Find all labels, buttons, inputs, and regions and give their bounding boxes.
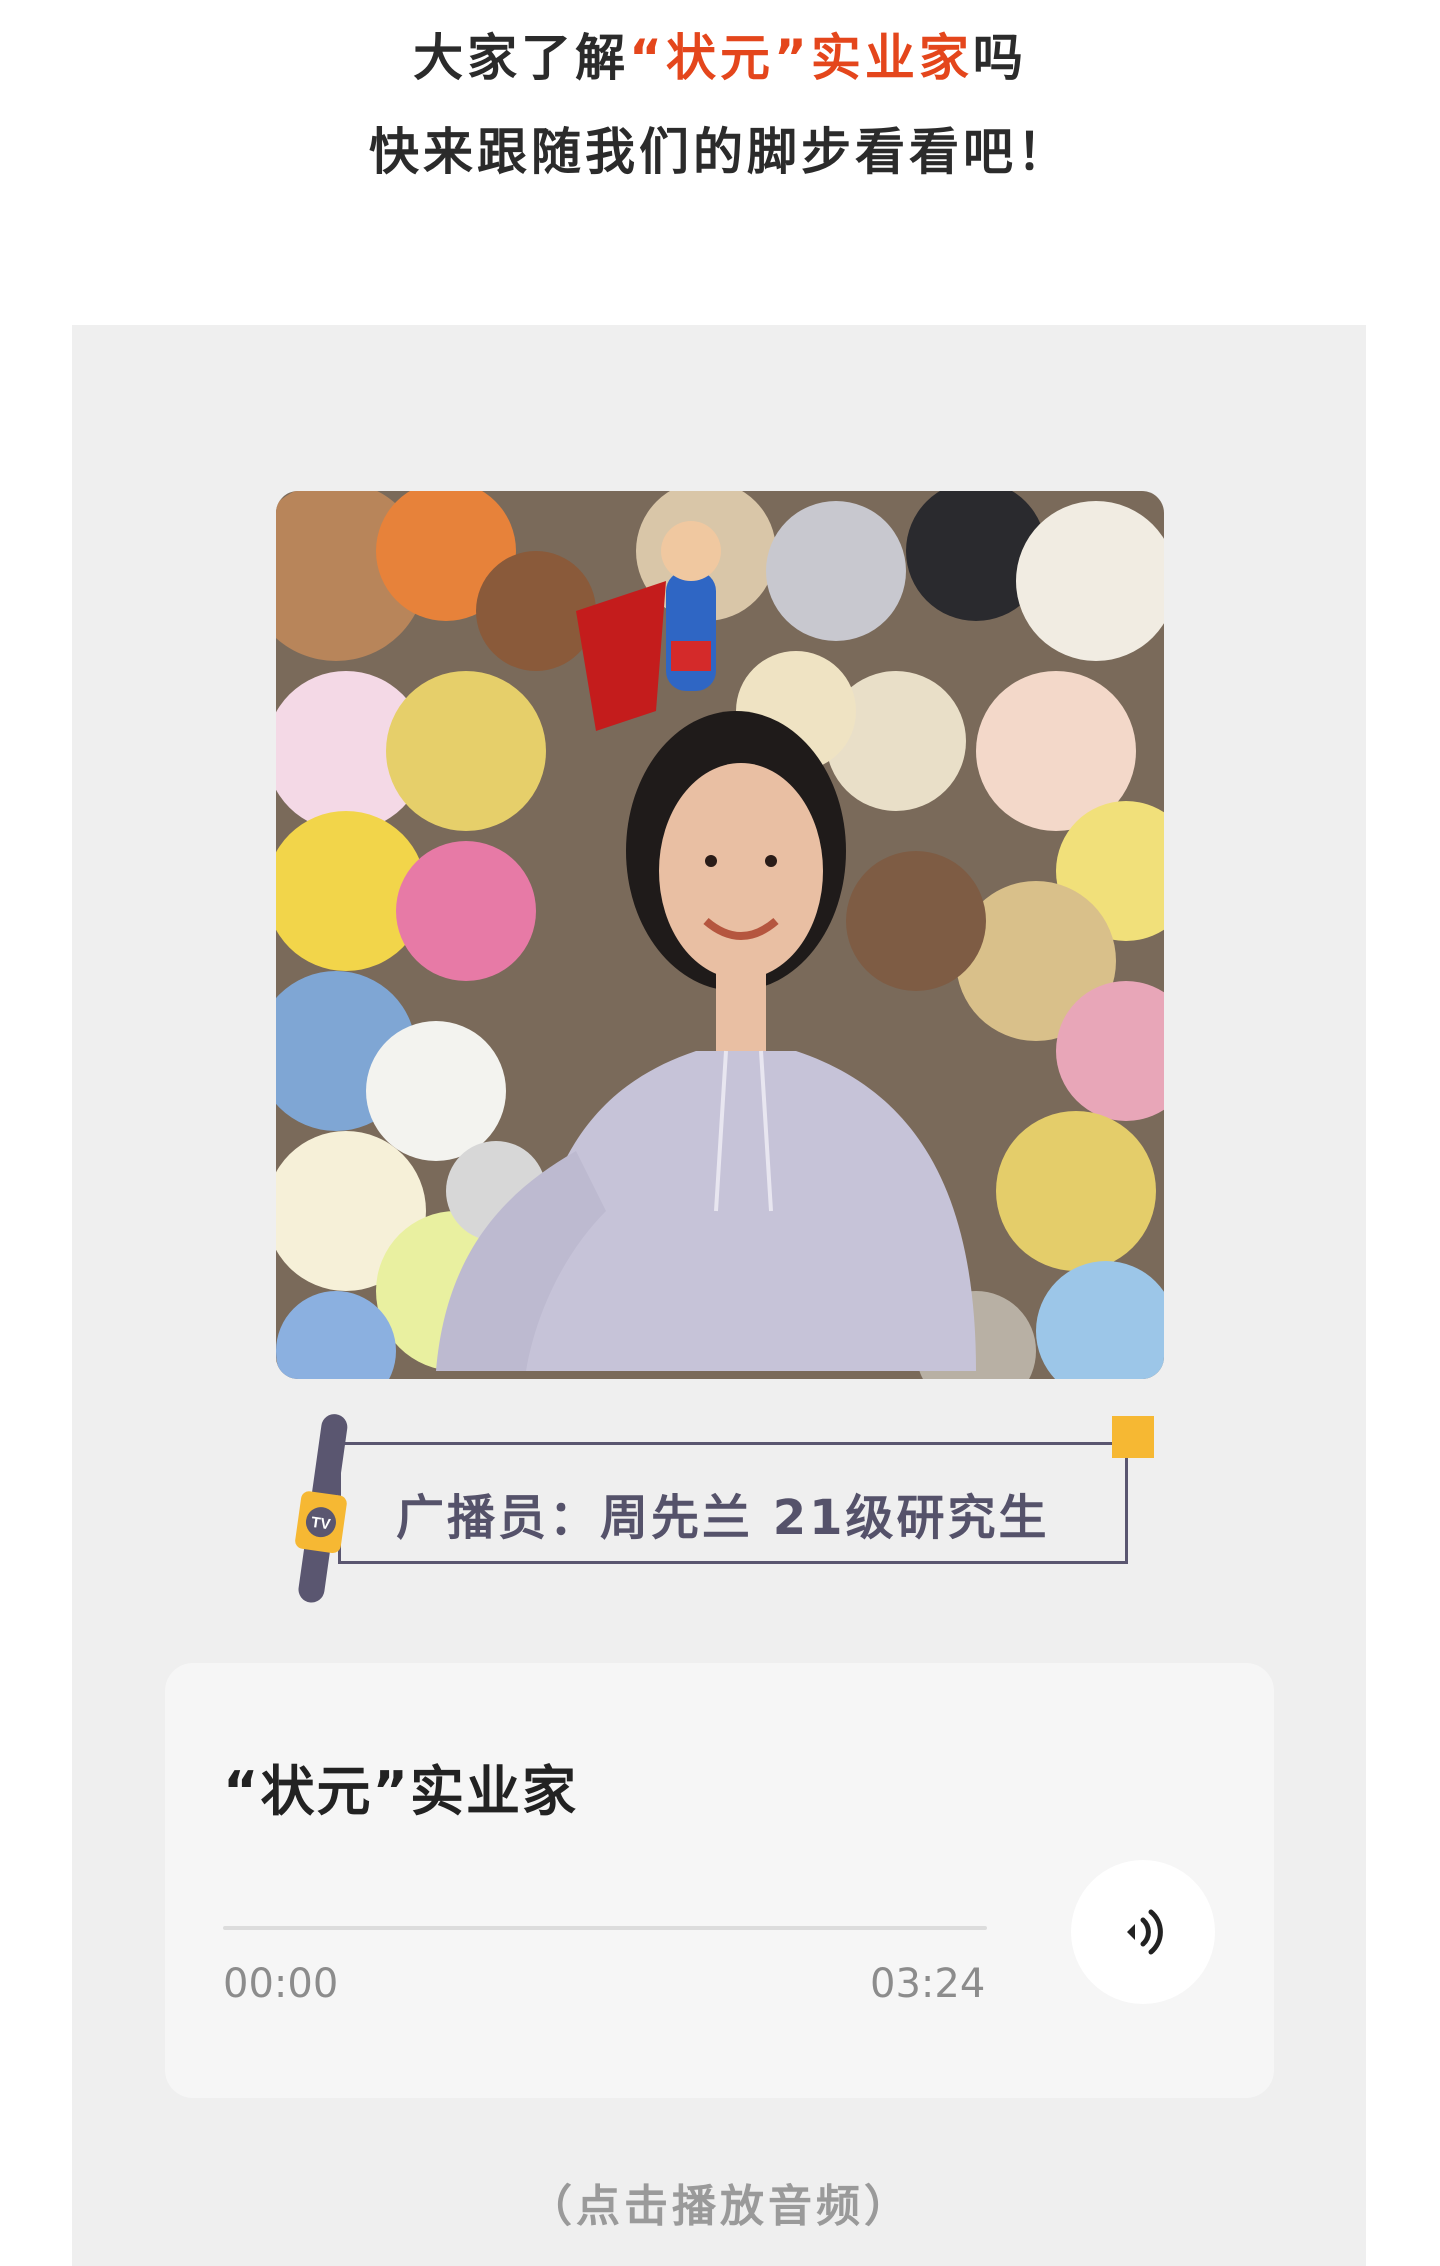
speaker-wave-icon bbox=[1127, 1909, 1163, 1955]
play-audio-button[interactable] bbox=[1071, 1860, 1215, 2004]
intro-line-1-end: 吗 bbox=[972, 29, 1027, 87]
intro-highlight: “状元”实业家 bbox=[629, 29, 973, 87]
microphone-icon: TV bbox=[295, 1414, 348, 1603]
audio-current-time: 00:00 bbox=[223, 1961, 339, 2007]
intro-line-1: 大家了解“状元”实业家吗 bbox=[0, 18, 1440, 90]
audio-total-time: 03:24 bbox=[870, 1961, 986, 2007]
intro-line-1-start: 大家了解 bbox=[413, 29, 630, 87]
announcer-banner: TV 广播员：周先兰 21级研究生 bbox=[276, 1408, 1164, 1618]
audio-progress-bar[interactable] bbox=[223, 1926, 987, 1930]
announcer-photo bbox=[276, 491, 1164, 1379]
announcer-corner-accent bbox=[1112, 1416, 1154, 1458]
intro-line-2: 快来跟随我们的脚步看看吧！ bbox=[369, 123, 1071, 181]
mic-badge-text: TV bbox=[310, 1514, 331, 1534]
announcer-label: 广播员：周先兰 21级研究生 bbox=[396, 1490, 1050, 1546]
audio-player[interactable]: “状元”实业家 00:00 03:24 bbox=[165, 1663, 1274, 2098]
audio-title: “状元”实业家 bbox=[223, 1760, 578, 1823]
photo-illustration bbox=[276, 491, 1164, 1379]
play-hint: （点击播放音频） bbox=[528, 2181, 912, 2232]
